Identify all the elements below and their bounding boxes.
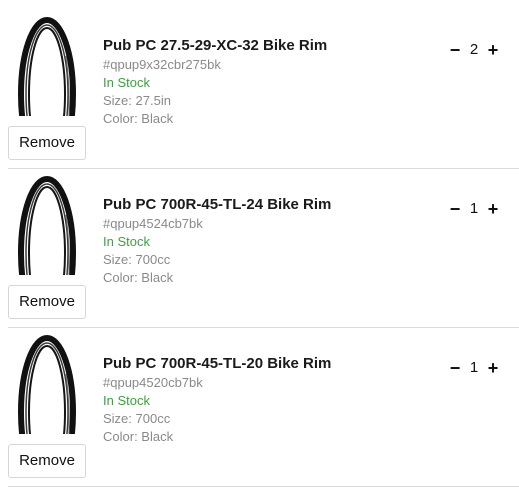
item-divider [8, 486, 519, 487]
product-color: Color: Black [103, 270, 174, 285]
item-details: Pub PC 27.5-29-XC-32 Bike Rim #qpup9x32c… [103, 37, 433, 128]
quantity-stepper: − 1 + [447, 199, 501, 219]
cart-item: Remove Pub PC 27.5-29-XC-32 Bike Rim #qp… [0, 10, 519, 169]
product-size: Size: 27.5in [103, 93, 171, 108]
product-title[interactable]: Pub PC 27.5-29-XC-32 Bike Rim [103, 37, 433, 55]
product-color: Color: Black [103, 429, 174, 444]
increase-quantity-button[interactable]: + [485, 358, 501, 378]
cart-item: Remove Pub PC 700R-45-TL-20 Bike Rim #qp… [0, 328, 519, 487]
product-size: Size: 700cc [103, 252, 171, 267]
bike-rim-image [14, 16, 80, 116]
bike-rim-icon [18, 17, 76, 116]
product-title[interactable]: Pub PC 700R-45-TL-24 Bike Rim [103, 196, 433, 214]
bike-rim-icon [18, 335, 76, 434]
cart-item: Remove Pub PC 700R-45-TL-24 Bike Rim #qp… [0, 169, 519, 328]
increase-quantity-button[interactable]: + [485, 40, 501, 60]
product-sku: #qpup4520cb7bk [103, 375, 203, 390]
quantity-stepper: − 2 + [447, 40, 501, 60]
bike-rim-image [14, 175, 80, 275]
increase-quantity-button[interactable]: + [485, 199, 501, 219]
product-title[interactable]: Pub PC 700R-45-TL-20 Bike Rim [103, 355, 433, 373]
remove-button[interactable]: Remove [8, 126, 86, 160]
product-sku: #qpup4524cb7bk [103, 216, 203, 231]
product-color: Color: Black [103, 111, 174, 126]
bike-rim-icon [18, 176, 76, 275]
stock-status: In Stock [103, 234, 150, 249]
decrease-quantity-button[interactable]: − [447, 358, 463, 378]
item-details: Pub PC 700R-45-TL-20 Bike Rim #qpup4520c… [103, 355, 433, 446]
quantity-stepper: − 1 + [447, 358, 501, 378]
remove-button[interactable]: Remove [8, 285, 86, 319]
product-sku: #qpup9x32cbr275bk [103, 57, 221, 72]
decrease-quantity-button[interactable]: − [447, 199, 463, 219]
product-size: Size: 700cc [103, 411, 171, 426]
quantity-value: 1 [469, 359, 479, 376]
quantity-value: 1 [469, 200, 479, 217]
stock-status: In Stock [103, 75, 150, 90]
remove-button[interactable]: Remove [8, 444, 86, 478]
decrease-quantity-button[interactable]: − [447, 40, 463, 60]
item-details: Pub PC 700R-45-TL-24 Bike Rim #qpup4524c… [103, 196, 433, 287]
quantity-value: 2 [469, 41, 479, 58]
bike-rim-image [14, 334, 80, 434]
stock-status: In Stock [103, 393, 150, 408]
